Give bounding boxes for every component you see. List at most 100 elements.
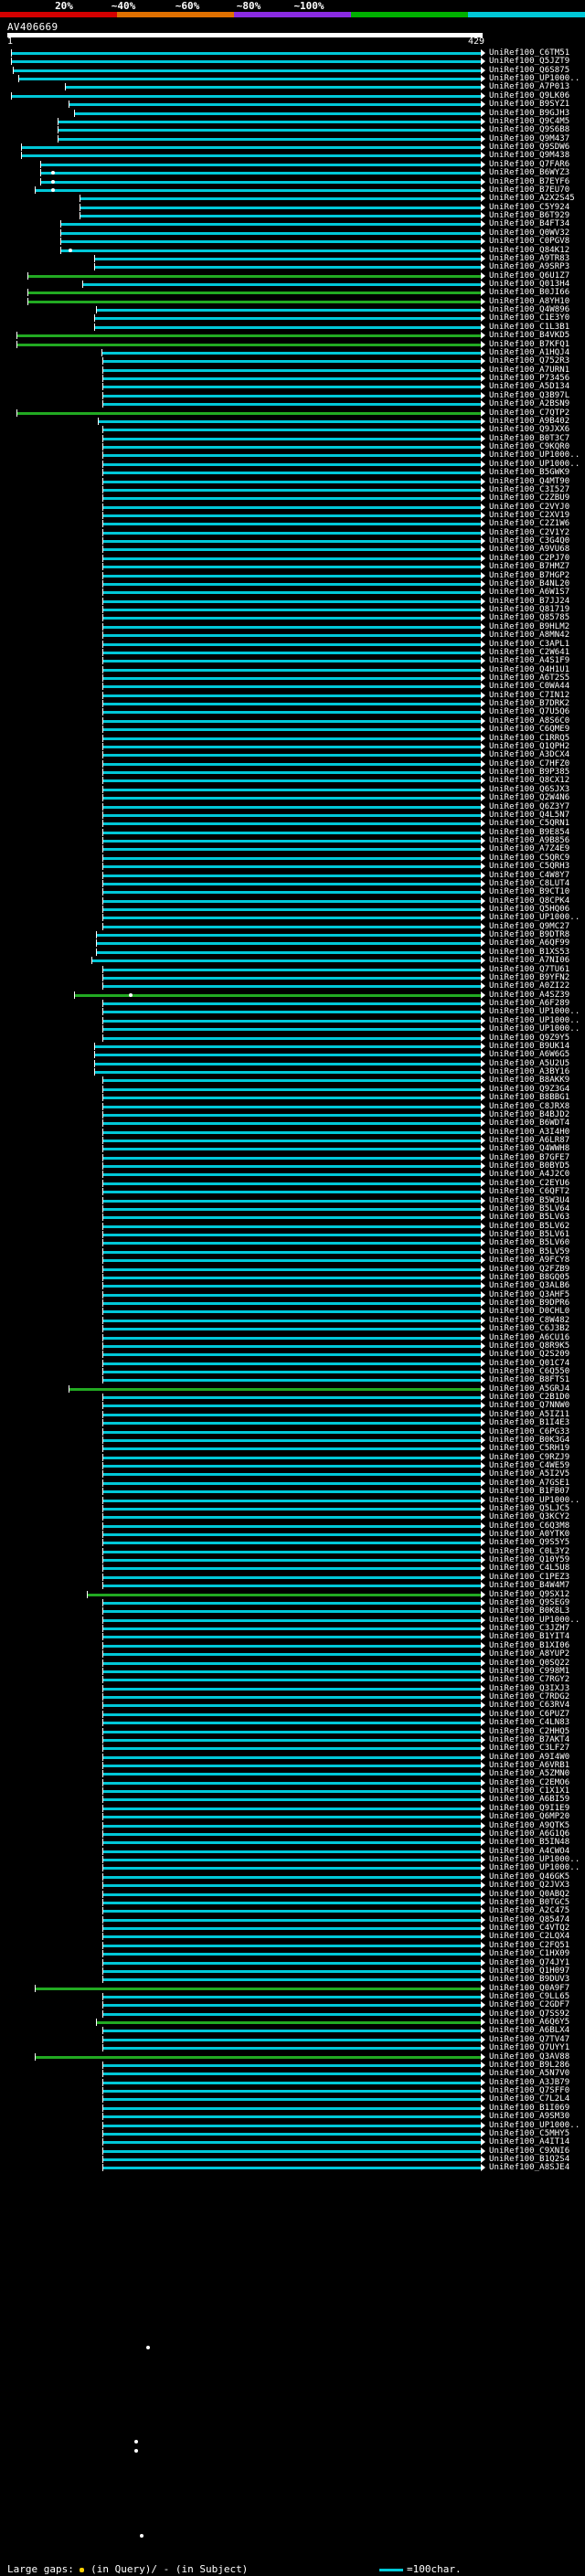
alignment-bar[interactable]	[27, 274, 483, 278]
alignment-bar[interactable]	[20, 154, 483, 158]
alignment-bar[interactable]	[102, 2012, 483, 2016]
alignment-bar[interactable]	[102, 668, 483, 672]
alignment-bar[interactable]	[102, 1438, 483, 1442]
alignment-bar[interactable]	[102, 1139, 483, 1142]
alignment-bar[interactable]	[102, 1362, 483, 1365]
alignment-bar[interactable]	[95, 934, 483, 938]
alignment-bar[interactable]	[73, 111, 483, 115]
alignment-bar[interactable]	[102, 2090, 483, 2094]
alignment-bar[interactable]	[102, 1755, 483, 1759]
alignment-bar[interactable]	[65, 86, 483, 90]
alignment-bar[interactable]	[102, 1807, 483, 1810]
alignment-bar[interactable]	[102, 1679, 483, 1682]
alignment-bar[interactable]	[87, 1593, 483, 1596]
alignment-bar[interactable]	[102, 2132, 483, 2136]
alignment-bar[interactable]	[93, 266, 483, 270]
alignment-bar[interactable]	[102, 1507, 483, 1511]
alignment-bar[interactable]	[102, 609, 483, 612]
alignment-bar[interactable]	[102, 1224, 483, 1228]
alignment-bar[interactable]	[60, 223, 483, 227]
alignment-bar[interactable]	[20, 146, 483, 150]
alignment-bar[interactable]	[102, 599, 483, 603]
alignment-bar[interactable]	[102, 1516, 483, 1520]
alignment-bar[interactable]	[93, 1071, 483, 1075]
alignment-bar[interactable]	[57, 120, 483, 123]
alignment-bar[interactable]	[102, 2115, 483, 2119]
alignment-bar[interactable]	[102, 822, 483, 826]
alignment-bar[interactable]	[102, 2004, 483, 2008]
alignment-bar[interactable]	[13, 69, 483, 72]
alignment-bar[interactable]	[102, 1798, 483, 1802]
alignment-bar[interactable]	[27, 300, 483, 303]
alignment-bar[interactable]	[102, 472, 483, 475]
alignment-bar[interactable]	[102, 625, 483, 629]
alignment-bar[interactable]	[95, 309, 483, 313]
alignment-bar[interactable]	[102, 1944, 483, 1947]
alignment-bar[interactable]	[102, 685, 483, 689]
alignment-bar[interactable]	[102, 1567, 483, 1571]
alignment-bar[interactable]	[102, 703, 483, 706]
alignment-bar[interactable]	[102, 711, 483, 715]
alignment-bar[interactable]	[102, 1310, 483, 1314]
alignment-bar[interactable]	[102, 497, 483, 501]
alignment-bar[interactable]	[93, 325, 483, 329]
alignment-bar[interactable]	[102, 368, 483, 372]
alignment-bar[interactable]	[102, 2038, 483, 2041]
alignment-bar[interactable]	[102, 548, 483, 552]
alignment-bar[interactable]	[102, 1405, 483, 1408]
alignment-bar[interactable]	[102, 1910, 483, 1913]
alignment-bar[interactable]	[102, 1559, 483, 1563]
alignment-bar[interactable]	[102, 1636, 483, 1639]
alignment-bar[interactable]	[102, 1730, 483, 1733]
alignment-bar[interactable]	[102, 1722, 483, 1725]
alignment-bar[interactable]	[40, 172, 483, 175]
alignment-bar[interactable]	[102, 1199, 483, 1203]
alignment-bar[interactable]	[102, 865, 483, 869]
alignment-bar[interactable]	[102, 813, 483, 817]
alignment-bar[interactable]	[10, 60, 483, 64]
alignment-bar[interactable]	[102, 1191, 483, 1194]
alignment-bar[interactable]	[95, 942, 483, 946]
alignment-bar[interactable]	[102, 1242, 483, 1246]
alignment-bar[interactable]	[102, 1961, 483, 1965]
alignment-bar[interactable]	[102, 1790, 483, 1794]
alignment-bar[interactable]	[79, 215, 483, 218]
alignment-bar[interactable]	[102, 2047, 483, 2051]
alignment-bar[interactable]	[102, 2106, 483, 2110]
alignment-bar[interactable]	[102, 1533, 483, 1536]
alignment-bar[interactable]	[102, 1499, 483, 1502]
alignment-bar[interactable]	[102, 1618, 483, 1622]
hit-label[interactable]: UniRef100_A8SJE4	[489, 2163, 569, 2172]
alignment-bar[interactable]	[102, 1122, 483, 1126]
alignment-bar[interactable]	[102, 1875, 483, 1879]
alignment-bar[interactable]	[93, 1054, 483, 1057]
alignment-bar[interactable]	[102, 386, 483, 389]
alignment-bar[interactable]	[102, 1028, 483, 1032]
alignment-bar[interactable]	[102, 1738, 483, 1742]
alignment-bar[interactable]	[102, 1773, 483, 1776]
alignment-bar[interactable]	[10, 94, 483, 98]
alignment-bar[interactable]	[93, 257, 483, 260]
alignment-bar[interactable]	[102, 462, 483, 466]
alignment-bar[interactable]	[102, 899, 483, 903]
alignment-bar[interactable]	[102, 1696, 483, 1700]
alignment-bar[interactable]	[102, 1105, 483, 1108]
alignment-bar[interactable]	[79, 197, 483, 201]
alignment-bar[interactable]	[102, 651, 483, 654]
alignment-bar[interactable]	[102, 1430, 483, 1434]
alignment-bar[interactable]	[102, 1465, 483, 1468]
alignment-bar[interactable]	[102, 1644, 483, 1648]
alignment-bar[interactable]	[102, 2158, 483, 2162]
alignment-bar[interactable]	[60, 231, 483, 235]
alignment-bar[interactable]	[102, 557, 483, 560]
alignment-bar[interactable]	[102, 1859, 483, 1862]
alignment-bar[interactable]	[102, 1216, 483, 1220]
alignment-bar[interactable]	[102, 2141, 483, 2145]
alignment-bar[interactable]	[102, 480, 483, 483]
alignment-bar[interactable]	[102, 856, 483, 860]
alignment-bar[interactable]	[102, 1542, 483, 1545]
alignment-bar[interactable]	[102, 582, 483, 586]
alignment-bar[interactable]	[102, 1524, 483, 1528]
alignment-bar[interactable]	[102, 514, 483, 517]
alignment-bar[interactable]	[102, 1293, 483, 1297]
